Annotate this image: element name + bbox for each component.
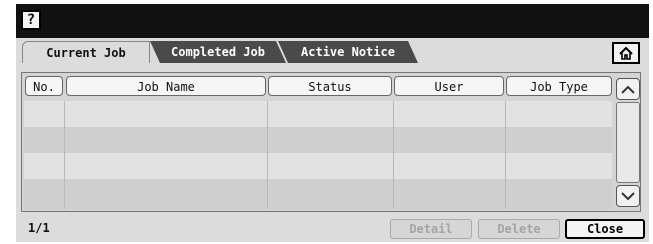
delete-button[interactable]: Delete: [478, 219, 560, 239]
column-divider: [393, 101, 394, 209]
column-header-user[interactable]: User: [394, 76, 504, 96]
detail-button[interactable]: Detail: [390, 219, 472, 239]
top-bar: ?: [16, 4, 649, 38]
page-indicator: 1/1: [28, 221, 50, 235]
column-divider: [505, 101, 506, 209]
tab-active-notice[interactable]: Active Notice: [278, 41, 418, 63]
home-button[interactable]: [612, 42, 640, 64]
column-divider: [267, 101, 268, 209]
table-row[interactable]: [24, 127, 612, 153]
column-header-status[interactable]: Status: [268, 76, 392, 96]
scroll-up-button[interactable]: [616, 78, 640, 100]
column-header-job-type[interactable]: Job Type: [506, 76, 612, 96]
table-row[interactable]: [24, 101, 612, 127]
footer-bar: 1/1 Detail Delete Close: [16, 216, 649, 242]
column-divider: [64, 101, 65, 209]
close-button[interactable]: Close: [565, 219, 645, 239]
home-icon: [619, 46, 633, 60]
column-header-no[interactable]: No.: [25, 76, 63, 96]
chevron-up-icon: [621, 85, 635, 94]
column-header-job-name[interactable]: Job Name: [66, 76, 266, 96]
job-table: No. Job Name Status User Job Type: [21, 72, 641, 212]
job-status-panel: Active Notice Completed Job Current Job …: [16, 38, 649, 242]
tab-current-job[interactable]: Current Job: [22, 41, 150, 63]
table-row[interactable]: [24, 153, 612, 179]
job-status-screen: ? Active Notice Completed Job Current Jo…: [16, 4, 649, 242]
scrollbar-track[interactable]: [616, 102, 640, 183]
tab-strip: Active Notice Completed Job Current Job: [16, 38, 649, 64]
scroll-down-button[interactable]: [616, 185, 640, 207]
tab-completed-job[interactable]: Completed Job: [150, 41, 286, 63]
help-button[interactable]: ?: [21, 10, 41, 30]
table-row[interactable]: [24, 179, 612, 209]
chevron-down-icon: [621, 191, 635, 200]
